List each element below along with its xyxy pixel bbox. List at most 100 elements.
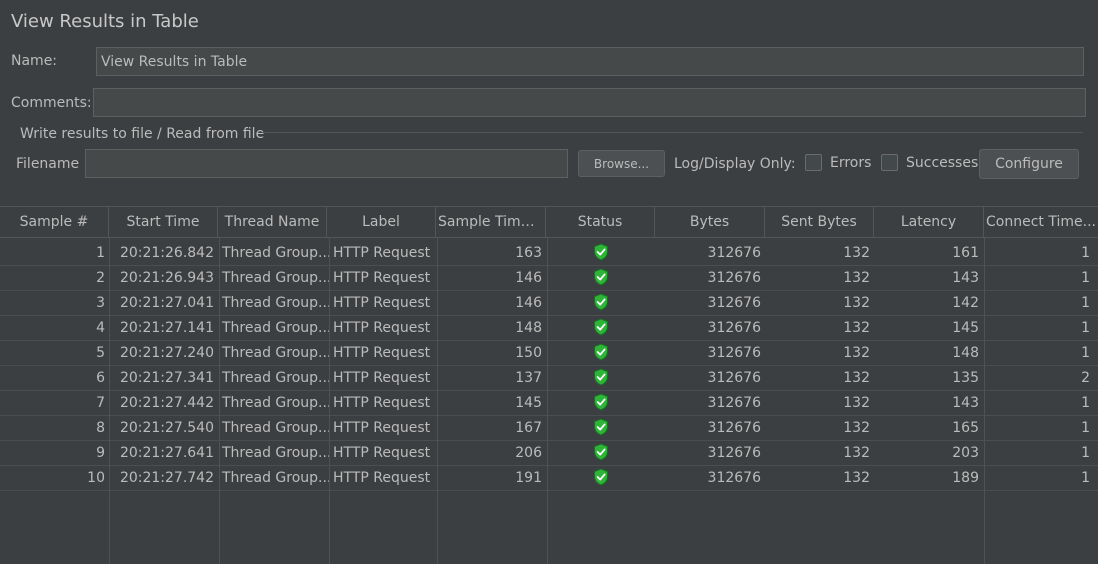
column-header-start-time[interactable]: Start Time bbox=[109, 207, 218, 238]
column-header-sent-bytes[interactable]: Sent Bytes bbox=[765, 207, 874, 238]
cell-sent-bytes: 132 bbox=[843, 395, 870, 411]
cell-thread-name: Thread Group... bbox=[222, 270, 329, 286]
shield-check-icon bbox=[594, 292, 608, 311]
cell-connect-time: 1 bbox=[1081, 345, 1090, 361]
cell-sample: 10 bbox=[87, 470, 105, 486]
configure-button[interactable]: Configure bbox=[979, 149, 1079, 179]
cell-label: HTTP Request bbox=[333, 270, 431, 286]
cell-sample-time: 146 bbox=[515, 295, 542, 311]
cell-thread-name: Thread Group... bbox=[222, 345, 329, 361]
cell-start-time: 20:21:27.041 bbox=[119, 295, 214, 311]
cell-connect-time: 1 bbox=[1081, 445, 1090, 461]
column-header-sample[interactable]: Sample # bbox=[0, 207, 109, 238]
shield-check-icon bbox=[594, 467, 608, 486]
filename-field[interactable] bbox=[85, 149, 568, 178]
errors-checkbox[interactable] bbox=[805, 154, 822, 171]
cell-latency: 142 bbox=[952, 295, 979, 311]
cell-connect-time: 1 bbox=[1081, 420, 1090, 436]
cell-label: HTTP Request bbox=[333, 345, 431, 361]
cell-thread-name: Thread Group... bbox=[222, 245, 329, 261]
cell-connect-time: 1 bbox=[1081, 270, 1090, 286]
cell-label: HTTP Request bbox=[333, 470, 431, 486]
cell-sample: 3 bbox=[96, 295, 105, 311]
table-row[interactable]: 1 20:21:26.842 Thread Group... HTTP Request… bbox=[0, 241, 1098, 266]
shield-check-icon bbox=[594, 267, 608, 286]
cell-start-time: 20:21:27.742 bbox=[119, 470, 214, 486]
table-row[interactable]: 8 20:21:27.540 Thread Group... HTTP Request… bbox=[0, 416, 1098, 441]
cell-sample: 2 bbox=[96, 270, 105, 286]
cell-label: HTTP Request bbox=[333, 395, 431, 411]
cell-bytes: 312676 bbox=[707, 320, 761, 336]
column-header-latency[interactable]: Latency bbox=[874, 207, 984, 238]
cell-status bbox=[546, 241, 656, 265]
table-row[interactable]: 6 20:21:27.341 Thread Group... HTTP Request… bbox=[0, 366, 1098, 391]
cell-sent-bytes: 132 bbox=[843, 345, 870, 361]
cell-latency: 145 bbox=[952, 320, 979, 336]
file-section-divider bbox=[262, 132, 1083, 133]
column-divider bbox=[329, 238, 330, 564]
table-row[interactable]: 4 20:21:27.141 Thread Group... HTTP Request… bbox=[0, 316, 1098, 341]
name-field[interactable] bbox=[96, 47, 1084, 76]
column-header-label[interactable]: Label bbox=[327, 207, 436, 238]
browse-button[interactable]: Browse... bbox=[578, 150, 665, 177]
table-row[interactable]: 9 20:21:27.641 Thread Group... HTTP Request… bbox=[0, 441, 1098, 466]
column-divider bbox=[219, 238, 220, 564]
log-display-only-label: Log/Display Only: bbox=[674, 156, 796, 172]
cell-latency: 148 bbox=[952, 345, 979, 361]
cell-sent-bytes: 132 bbox=[843, 320, 870, 336]
cell-status bbox=[546, 391, 656, 415]
cell-status bbox=[546, 341, 656, 365]
cell-sample-time: 167 bbox=[515, 420, 542, 436]
column-header-connect-time[interactable]: Connect Time... bbox=[984, 207, 1098, 238]
cell-start-time: 20:21:26.943 bbox=[119, 270, 214, 286]
cell-latency: 203 bbox=[952, 445, 979, 461]
column-header-sample-time[interactable]: Sample Time(... bbox=[436, 207, 546, 238]
cell-status bbox=[546, 316, 656, 340]
column-header-status[interactable]: Status bbox=[546, 207, 655, 238]
cell-label: HTTP Request bbox=[333, 320, 431, 336]
cell-sample-time: 206 bbox=[515, 445, 542, 461]
cell-status bbox=[546, 416, 656, 440]
filename-label: Filename bbox=[16, 156, 80, 172]
cell-start-time: 20:21:27.540 bbox=[119, 420, 214, 436]
column-header-bytes[interactable]: Bytes bbox=[655, 207, 765, 238]
cell-thread-name: Thread Group... bbox=[222, 295, 329, 311]
cell-thread-name: Thread Group... bbox=[222, 395, 329, 411]
table-row[interactable]: 10 20:21:27.742 Thread Group... HTTP Reques… bbox=[0, 466, 1098, 491]
cell-sent-bytes: 132 bbox=[843, 245, 870, 261]
cell-sample-time: 163 bbox=[515, 245, 542, 261]
table-row[interactable]: 7 20:21:27.442 Thread Group... HTTP Request… bbox=[0, 391, 1098, 416]
successes-checkbox[interactable] bbox=[881, 154, 898, 171]
cell-sample-time: 191 bbox=[515, 470, 542, 486]
shield-check-icon bbox=[594, 317, 608, 336]
cell-label: HTTP Request bbox=[333, 420, 431, 436]
cell-sent-bytes: 132 bbox=[843, 445, 870, 461]
table-row[interactable]: 3 20:21:27.041 Thread Group... HTTP Request… bbox=[0, 291, 1098, 316]
column-divider bbox=[547, 238, 548, 564]
name-label: Name: bbox=[11, 53, 58, 69]
cell-sample-time: 137 bbox=[515, 370, 542, 386]
cell-sample-time: 148 bbox=[515, 320, 542, 336]
cell-bytes: 312676 bbox=[707, 270, 761, 286]
cell-status bbox=[546, 441, 656, 465]
cell-latency: 135 bbox=[952, 370, 979, 386]
cell-sample: 6 bbox=[96, 370, 105, 386]
panel-title: View Results in Table bbox=[11, 11, 199, 32]
table-row[interactable]: 2 20:21:26.943 Thread Group... HTTP Request… bbox=[0, 266, 1098, 291]
shield-check-icon bbox=[594, 442, 608, 461]
table-row[interactable]: 5 20:21:27.240 Thread Group... HTTP Request… bbox=[0, 341, 1098, 366]
cell-status bbox=[546, 291, 656, 315]
cell-sample: 5 bbox=[96, 345, 105, 361]
comments-field[interactable] bbox=[93, 88, 1086, 117]
cell-sent-bytes: 132 bbox=[843, 470, 870, 486]
cell-thread-name: Thread Group... bbox=[222, 370, 329, 386]
cell-latency: 165 bbox=[952, 420, 979, 436]
cell-sample: 7 bbox=[96, 395, 105, 411]
column-header-thread-name[interactable]: Thread Name bbox=[218, 207, 327, 238]
cell-status bbox=[546, 466, 656, 490]
cell-thread-name: Thread Group... bbox=[222, 320, 329, 336]
cell-connect-time: 1 bbox=[1081, 395, 1090, 411]
shield-check-icon bbox=[594, 342, 608, 361]
cell-sent-bytes: 132 bbox=[843, 270, 870, 286]
table-header: Sample # Start Time Thread Name Label Sa… bbox=[0, 206, 1098, 238]
